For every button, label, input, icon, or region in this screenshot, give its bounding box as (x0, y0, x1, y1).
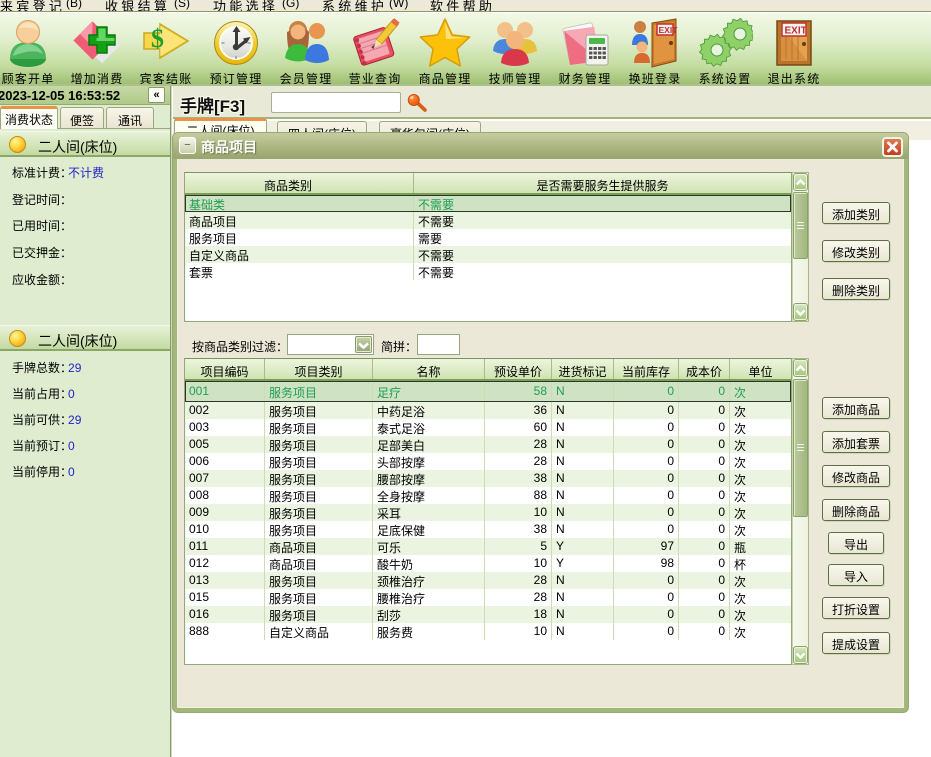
svg-text:EXIT: EXIT (659, 25, 679, 35)
svg-text:$: $ (151, 24, 164, 53)
svg-text:EXIT: EXIT (785, 26, 807, 37)
